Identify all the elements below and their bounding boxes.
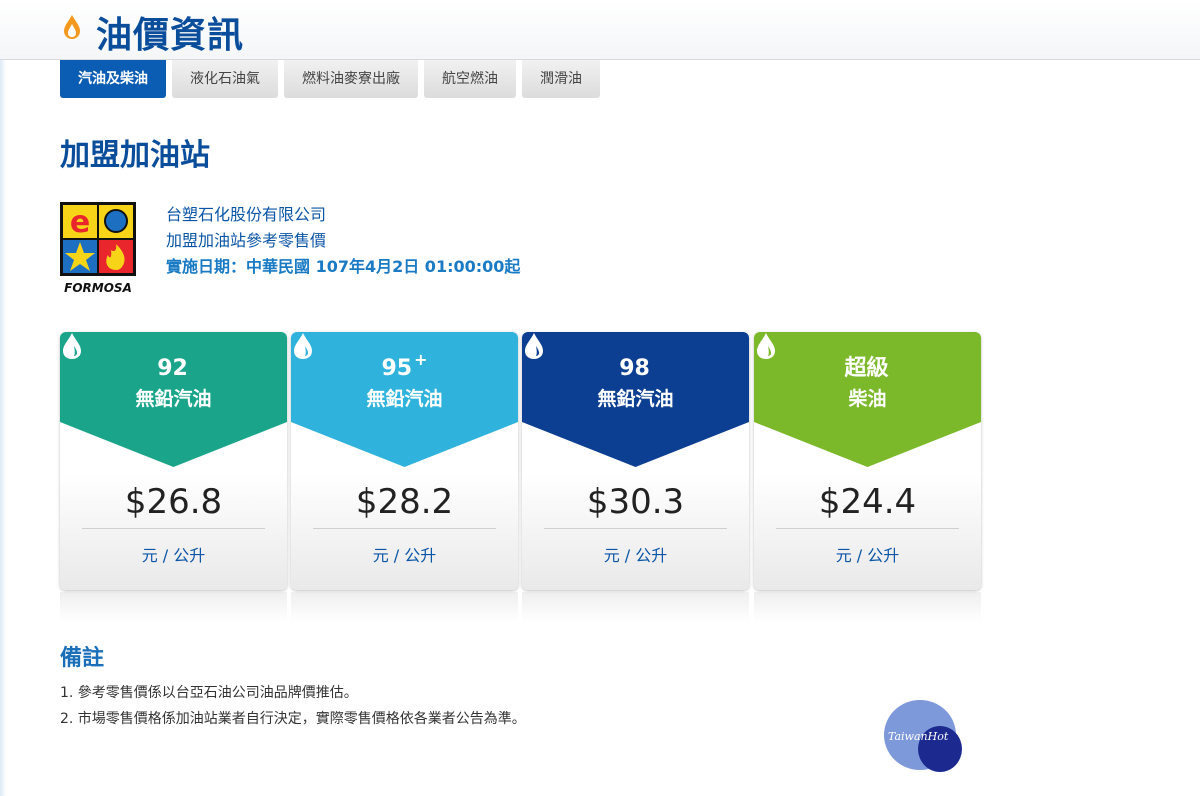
card-reflection bbox=[754, 592, 981, 622]
price-card-header: 95 + 無鉛汽油 bbox=[291, 332, 518, 467]
price-card-super-diesel: 超級 柴油 $24.4 元 / 公升 bbox=[754, 332, 981, 590]
note-item: 2. 市場零售價格係加油站業者自行決定，實際零售價格依各業者公告為準。 bbox=[60, 711, 526, 727]
tab-aviation-fuel[interactable]: 航空燃油 bbox=[424, 60, 516, 98]
fuel-type: 無鉛汽油 bbox=[597, 388, 674, 410]
fuel-grade: 超級 bbox=[844, 356, 889, 381]
watermark-text: TaiwanHot bbox=[888, 730, 949, 743]
fuel-type: 柴油 bbox=[848, 388, 887, 410]
fuel-price: $28.2 bbox=[355, 482, 454, 522]
notes-title: 備註 bbox=[60, 646, 105, 671]
fuel-grade: 98 bbox=[619, 356, 650, 381]
page-title: 油價資訊 bbox=[96, 15, 245, 56]
price-unit: 元 / 公升 bbox=[141, 546, 206, 565]
fuel-price: $24.4 bbox=[818, 482, 917, 522]
price-divider bbox=[313, 528, 496, 529]
oil-drop-icon bbox=[757, 333, 775, 359]
price-unit: 元 / 公升 bbox=[603, 546, 668, 565]
taiwanhot-watermark: TaiwanHot bbox=[884, 700, 964, 774]
effective-date: 實施日期：中華民國 107年4月2日 01:00:00起 bbox=[166, 257, 521, 276]
svg-text:FORMOSA: FORMOSA bbox=[64, 281, 132, 295]
price-card-95: 95 + 無鉛汽油 $28.2 元 / 公升 bbox=[291, 332, 518, 590]
card-reflection bbox=[291, 592, 518, 622]
formosa-logo: e FORMOSA bbox=[60, 202, 136, 295]
fuel-type: 無鉛汽油 bbox=[135, 388, 212, 410]
fuel-category-tabs: 汽油及柴油 液化石油氣 燃料油麥寮出廠 航空燃油 潤滑油 bbox=[60, 60, 606, 98]
tab-lpg[interactable]: 液化石油氣 bbox=[172, 60, 278, 98]
fuel-price: $26.8 bbox=[124, 482, 223, 522]
price-card-header: 超級 柴油 bbox=[754, 332, 981, 467]
oil-drop-icon bbox=[294, 333, 312, 359]
fuel-grade: 95 + bbox=[381, 350, 428, 381]
fuel-grade: 92 bbox=[157, 356, 188, 381]
tab-fuel-oil-mailiao[interactable]: 燃料油麥寮出廠 bbox=[284, 60, 418, 98]
oil-drop-icon bbox=[63, 333, 81, 359]
fuel-type: 無鉛汽油 bbox=[366, 388, 443, 410]
flame-icon bbox=[64, 15, 80, 39]
fuel-price: $30.3 bbox=[586, 482, 685, 522]
card-reflection bbox=[522, 592, 749, 622]
company-name: 台塑石化股份有限公司 bbox=[166, 205, 327, 224]
tab-lubricant[interactable]: 潤滑油 bbox=[522, 60, 600, 98]
price-card-header: 92 無鉛汽油 bbox=[60, 332, 287, 467]
price-divider bbox=[82, 528, 265, 529]
note-item: 1. 參考零售價係以台亞石油公司油品牌價推估。 bbox=[60, 685, 358, 701]
price-description: 加盟加油站參考零售價 bbox=[166, 231, 327, 250]
price-divider bbox=[544, 528, 727, 529]
company-info: 台塑石化股份有限公司 加盟加油站參考零售價 實施日期：中華民國 107年4月2日… bbox=[166, 202, 520, 280]
price-card-98: 98 無鉛汽油 $30.3 元 / 公升 bbox=[522, 332, 749, 590]
notes-list: 1. 參考零售價係以台亞石油公司油品牌價推估。 2. 市場零售價格係加油站業者自… bbox=[60, 680, 526, 732]
page-edge-shadow bbox=[0, 0, 6, 796]
section-title: 加盟加油站 bbox=[60, 138, 210, 173]
tab-gasoline-diesel[interactable]: 汽油及柴油 bbox=[60, 60, 166, 98]
price-unit: 元 / 公升 bbox=[372, 546, 437, 565]
header-bar: 油價資訊 bbox=[0, 0, 1200, 60]
price-card-92: 92 無鉛汽油 $26.8 元 / 公升 bbox=[60, 332, 287, 590]
svg-text:e: e bbox=[70, 205, 90, 240]
card-reflection bbox=[60, 592, 287, 622]
price-divider bbox=[776, 528, 959, 529]
oil-drop-icon bbox=[525, 333, 543, 359]
price-card-header: 98 無鉛汽油 bbox=[522, 332, 749, 467]
price-unit: 元 / 公升 bbox=[835, 546, 900, 565]
